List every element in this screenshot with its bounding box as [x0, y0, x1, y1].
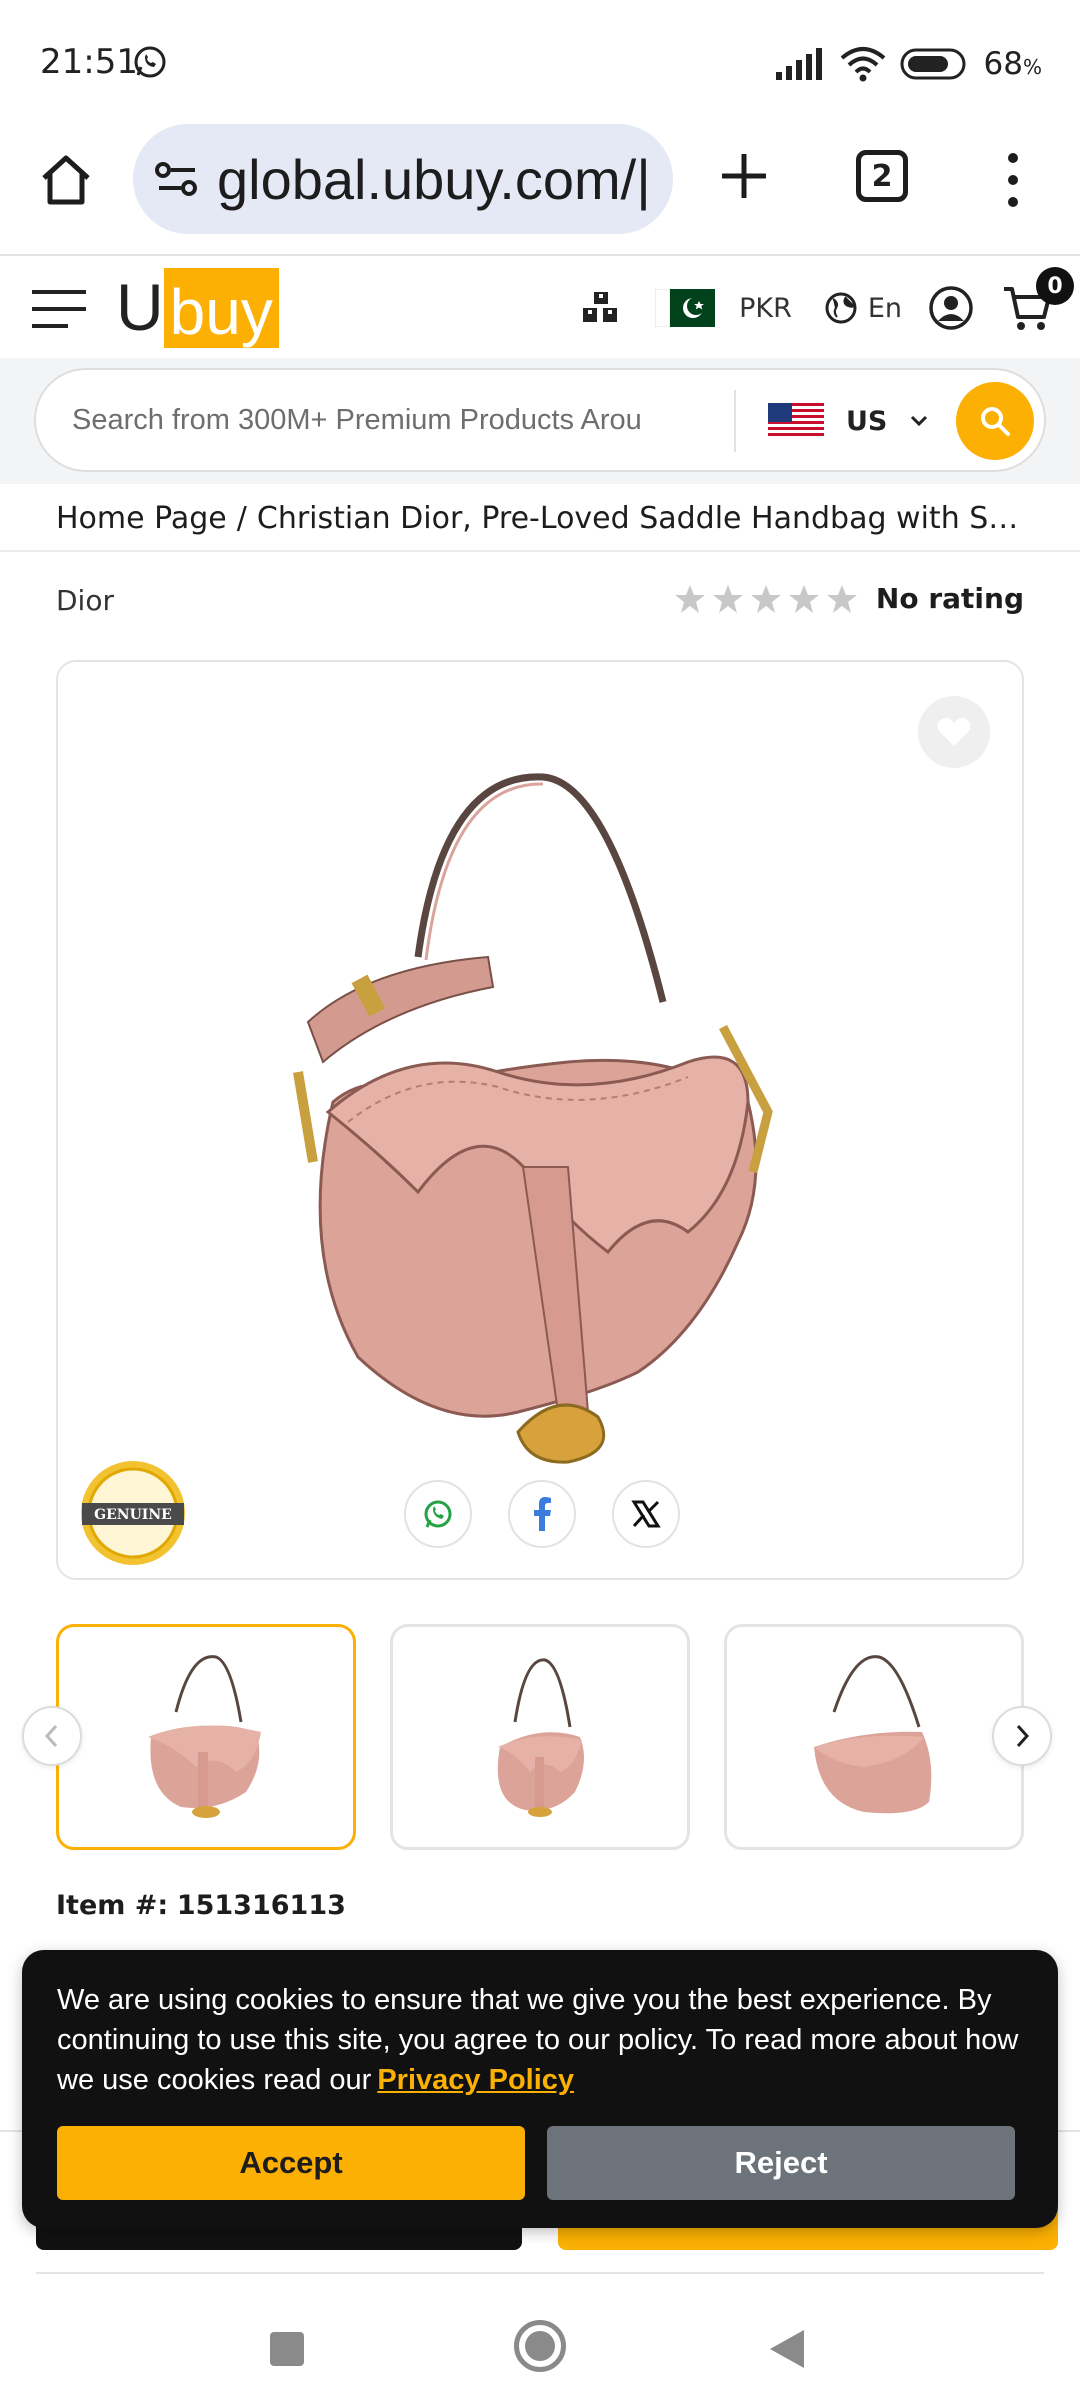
- facebook-icon: [534, 1497, 551, 1531]
- star-icon: [674, 584, 705, 613]
- whatsapp-notification-icon: [134, 46, 166, 78]
- item-number: Item #: 151316113: [56, 1890, 346, 1921]
- browser-toolbar: global.ubuy.com/| 2: [0, 124, 1080, 256]
- thumbnail-image: [814, 1655, 932, 1814]
- battery-icon: [900, 48, 966, 80]
- accept-cookies-button[interactable]: Accept: [57, 2126, 525, 2200]
- globe-icon[interactable]: [824, 291, 858, 325]
- language-selector[interactable]: En: [868, 293, 902, 324]
- ubuy-logo[interactable]: U buy: [116, 266, 279, 348]
- tab-switcher-button[interactable]: 2: [856, 150, 908, 202]
- star-icon: [788, 584, 819, 613]
- thumbnail-3[interactable]: [724, 1624, 1024, 1850]
- carousel-next-button[interactable]: [992, 1706, 1052, 1766]
- site-header: U buy PKR En 0: [0, 258, 1080, 358]
- system-navigation-bar: [0, 2290, 1080, 2400]
- thumbnail-image: [497, 1658, 584, 1817]
- star-icon: [750, 584, 781, 613]
- product-rating: No rating: [674, 582, 1024, 615]
- search-bar-area: US: [0, 358, 1080, 484]
- country-selector[interactable]: US: [768, 390, 929, 452]
- share-x-button[interactable]: [612, 1480, 680, 1548]
- product-image-card: GENUINE: [56, 660, 1024, 1580]
- thumbnail-image: [148, 1655, 261, 1818]
- share-buttons: [404, 1480, 680, 1548]
- home-icon[interactable]: [36, 150, 96, 210]
- privacy-policy-link[interactable]: Privacy Policy: [377, 2064, 574, 2096]
- header-actions: PKR En 0: [583, 267, 1074, 336]
- heart-icon: [937, 718, 971, 746]
- url-text: global.ubuy.com/|: [217, 147, 651, 211]
- back-icon[interactable]: [770, 2330, 804, 2368]
- hamburger-menu-icon[interactable]: [32, 288, 86, 330]
- breadcrumb-home-link[interactable]: Home Page: [56, 501, 227, 536]
- share-whatsapp-button[interactable]: [404, 1480, 472, 1548]
- cart-button[interactable]: 0: [1002, 267, 1074, 333]
- carousel-prev-button[interactable]: [22, 1706, 82, 1766]
- thumbnail-2[interactable]: [390, 1624, 690, 1850]
- wifi-icon: [840, 47, 885, 82]
- breadcrumb: Home Page / Christian Dior, Pre-Loved Sa…: [56, 490, 1026, 546]
- us-flag-icon: [768, 403, 824, 439]
- cookie-consent-banner: We are using cookies to ensure that we g…: [22, 1950, 1058, 2228]
- currency-selector[interactable]: PKR: [739, 293, 792, 324]
- chevron-down-icon: [911, 415, 928, 427]
- battery-level: 68%: [983, 46, 1042, 82]
- product-main-image[interactable]: [268, 772, 828, 1472]
- search-divider: [734, 390, 736, 452]
- cart-count-badge: 0: [1036, 267, 1074, 305]
- breadcrumb-separator: /: [236, 500, 247, 536]
- search-box: US: [34, 368, 1046, 472]
- genuine-badge: GENUINE: [81, 1461, 185, 1565]
- cookie-message: We are using cookies to ensure that we g…: [57, 1984, 1019, 2096]
- status-time: 21:51: [40, 42, 138, 82]
- country-code: US: [846, 405, 888, 437]
- search-button[interactable]: [956, 382, 1034, 460]
- star-icon: [712, 584, 743, 613]
- more-menu-icon[interactable]: [998, 150, 1028, 210]
- home-nav-icon[interactable]: [514, 2320, 566, 2372]
- breadcrumb-current: Christian Dior, Pre-Loved Saddle Handbag…: [256, 500, 1026, 536]
- search-input[interactable]: [72, 370, 742, 470]
- signal-icon: [775, 48, 822, 80]
- thumbnail-1[interactable]: [56, 1624, 356, 1850]
- thumbnail-carousel: [22, 1624, 1052, 1852]
- reject-cookies-button[interactable]: Reject: [547, 2126, 1015, 2200]
- star-icon: [826, 584, 857, 613]
- product-brand-link[interactable]: Dior: [56, 584, 114, 617]
- recents-icon[interactable]: [270, 2332, 304, 2366]
- svg-text:GENUINE: GENUINE: [94, 1507, 172, 1523]
- share-facebook-button[interactable]: [508, 1480, 576, 1548]
- address-bar[interactable]: global.ubuy.com/|: [133, 124, 673, 234]
- divider: [36, 2272, 1044, 2274]
- wishlist-button[interactable]: [918, 696, 990, 768]
- chevron-left-icon: [44, 1724, 58, 1748]
- store-boxes-icon[interactable]: [583, 292, 619, 324]
- whatsapp-icon: [424, 1500, 452, 1528]
- status-bar: 21:51 68%: [0, 0, 1080, 124]
- divider: [0, 550, 1080, 552]
- x-twitter-icon: [631, 1500, 661, 1528]
- rating-text: No rating: [875, 582, 1024, 615]
- status-indicators: 68%: [775, 44, 1042, 84]
- account-icon[interactable]: [928, 285, 974, 331]
- search-icon: [981, 407, 1010, 436]
- new-tab-icon[interactable]: [716, 148, 772, 204]
- chevron-right-icon: [1016, 1724, 1030, 1748]
- pakistan-flag-icon[interactable]: [655, 289, 716, 327]
- site-settings-icon[interactable]: [155, 161, 199, 197]
